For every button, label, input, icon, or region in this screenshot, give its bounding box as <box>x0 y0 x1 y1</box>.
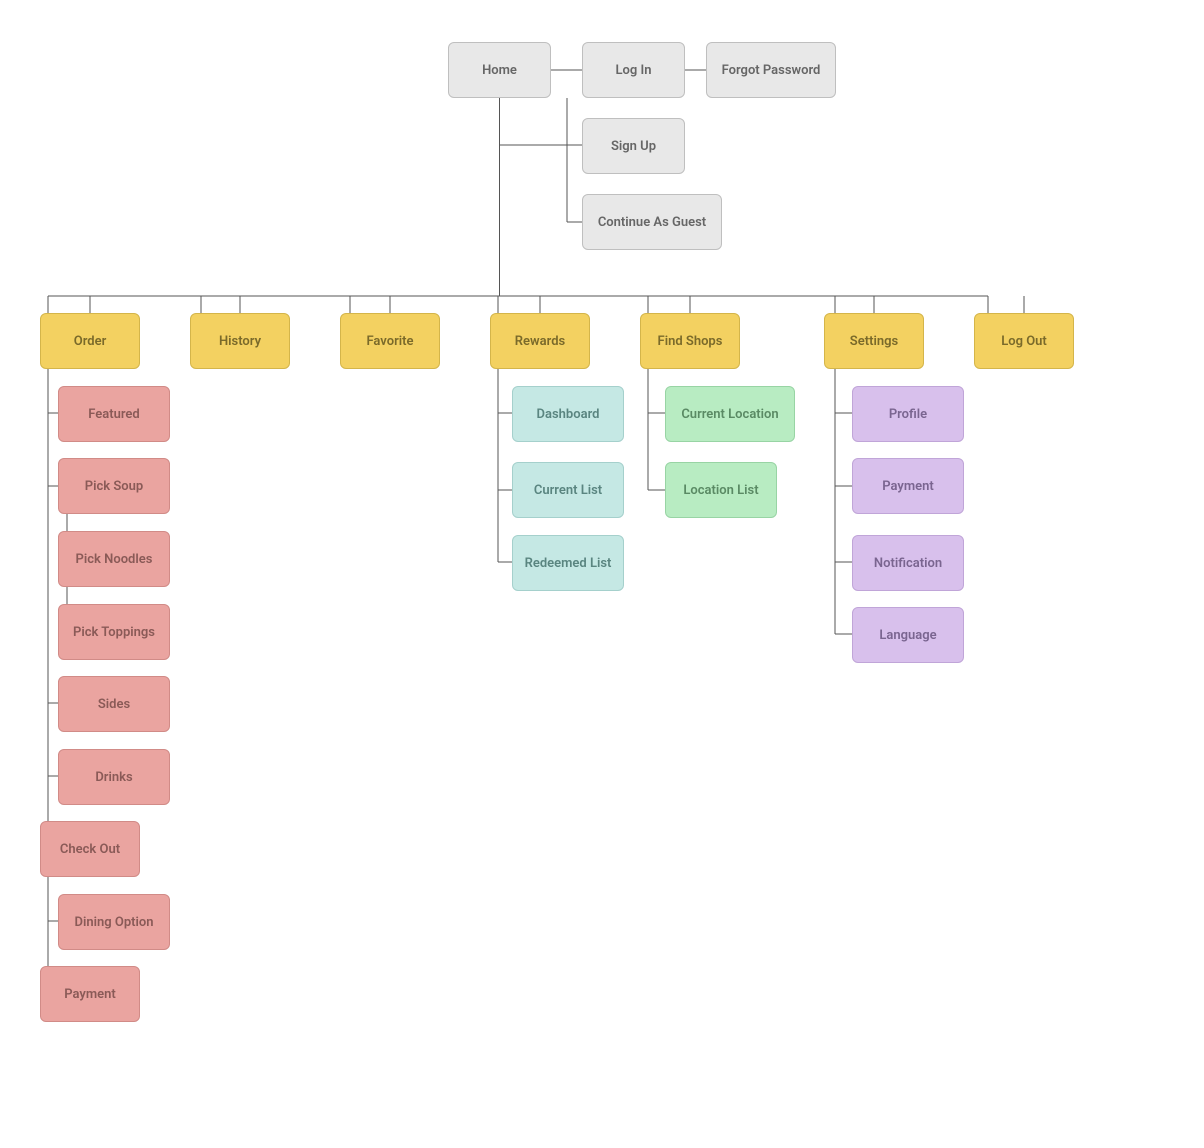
node-location-list: Location List <box>665 462 777 518</box>
node-history: History <box>190 313 290 369</box>
node-current-list: Current List <box>512 462 624 518</box>
node-order-payment: Payment <box>40 966 140 1022</box>
node-login: Log In <box>582 42 685 98</box>
node-dashboard: Dashboard <box>512 386 624 442</box>
node-find-shops: Find Shops <box>640 313 740 369</box>
node-logout: Log Out <box>974 313 1074 369</box>
node-pick-toppings: Pick Toppings <box>58 604 170 660</box>
node-rewards: Rewards <box>490 313 590 369</box>
node-favorite: Favorite <box>340 313 440 369</box>
node-sides: Sides <box>58 676 170 732</box>
node-drinks: Drinks <box>58 749 170 805</box>
node-signup: Sign Up <box>582 118 685 174</box>
node-current-location: Current Location <box>665 386 795 442</box>
node-profile: Profile <box>852 386 964 442</box>
node-notification: Notification <box>852 535 964 591</box>
node-settings: Settings <box>824 313 924 369</box>
node-redeemed-list: Redeemed List <box>512 535 624 591</box>
node-pick-soup: Pick Soup <box>58 458 170 514</box>
node-home: Home <box>448 42 551 98</box>
node-pick-noodles: Pick Noodles <box>58 531 170 587</box>
node-language: Language <box>852 607 964 663</box>
node-featured: Featured <box>58 386 170 442</box>
node-check-out: Check Out <box>40 821 140 877</box>
node-dining-option: Dining Option <box>58 894 170 950</box>
node-settings-payment: Payment <box>852 458 964 514</box>
node-forgot-password: Forgot Password <box>706 42 836 98</box>
sitemap-diagram: Home Log In Forgot Password Sign Up Cont… <box>0 0 1204 1148</box>
node-order: Order <box>40 313 140 369</box>
node-continue-as-guest: Continue As Guest <box>582 194 722 250</box>
